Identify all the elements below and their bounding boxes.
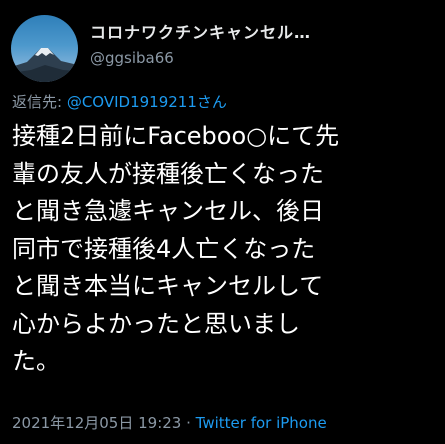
- tweet-text-line: 輩の友人が接種後亡くなった: [12, 159, 324, 188]
- tweet-meta: 2021年12月05日 19:23 · Twitter for iPhone: [12, 412, 327, 433]
- tweet-text-line: た。: [12, 347, 60, 375]
- tweet-text-line: と聞き急遽キャンセル、後日: [12, 197, 324, 225]
- reply-prefix: 返信先:: [12, 93, 67, 111]
- mount-fuji-avatar-icon[interactable]: [11, 15, 78, 82]
- meta-separator: ·: [181, 414, 196, 432]
- tweet-card: コロナワクチンキャンセル… @ggsiba66 返信先: @COVID19192…: [0, 0, 445, 444]
- tweet-text-line: と聞き本当にキャンセルして: [12, 272, 324, 300]
- tweet-text-line: 接種2日前にFaceboo○にて先: [12, 122, 340, 150]
- tweet-client-link[interactable]: Twitter for iPhone: [196, 414, 327, 432]
- tweet-text-line: 心からよかったと思いまし: [12, 309, 300, 338]
- author-display-name[interactable]: コロナワクチンキャンセル…: [90, 19, 410, 43]
- tweet-timestamp[interactable]: 2021年12月05日 19:23: [12, 414, 181, 432]
- author-handle[interactable]: @ggsiba66: [90, 49, 174, 67]
- tweet-body: 接種2日前にFaceboo○にて先 輩の友人が接種後亡くなった と聞き急遽キャン…: [12, 118, 437, 381]
- tweet-text-line: 同市で接種後4人亡くなった: [12, 234, 316, 263]
- reply-mention-link[interactable]: @COVID1919211さん: [67, 93, 227, 111]
- reply-to-line: 返信先: @COVID1919211さん: [12, 91, 227, 112]
